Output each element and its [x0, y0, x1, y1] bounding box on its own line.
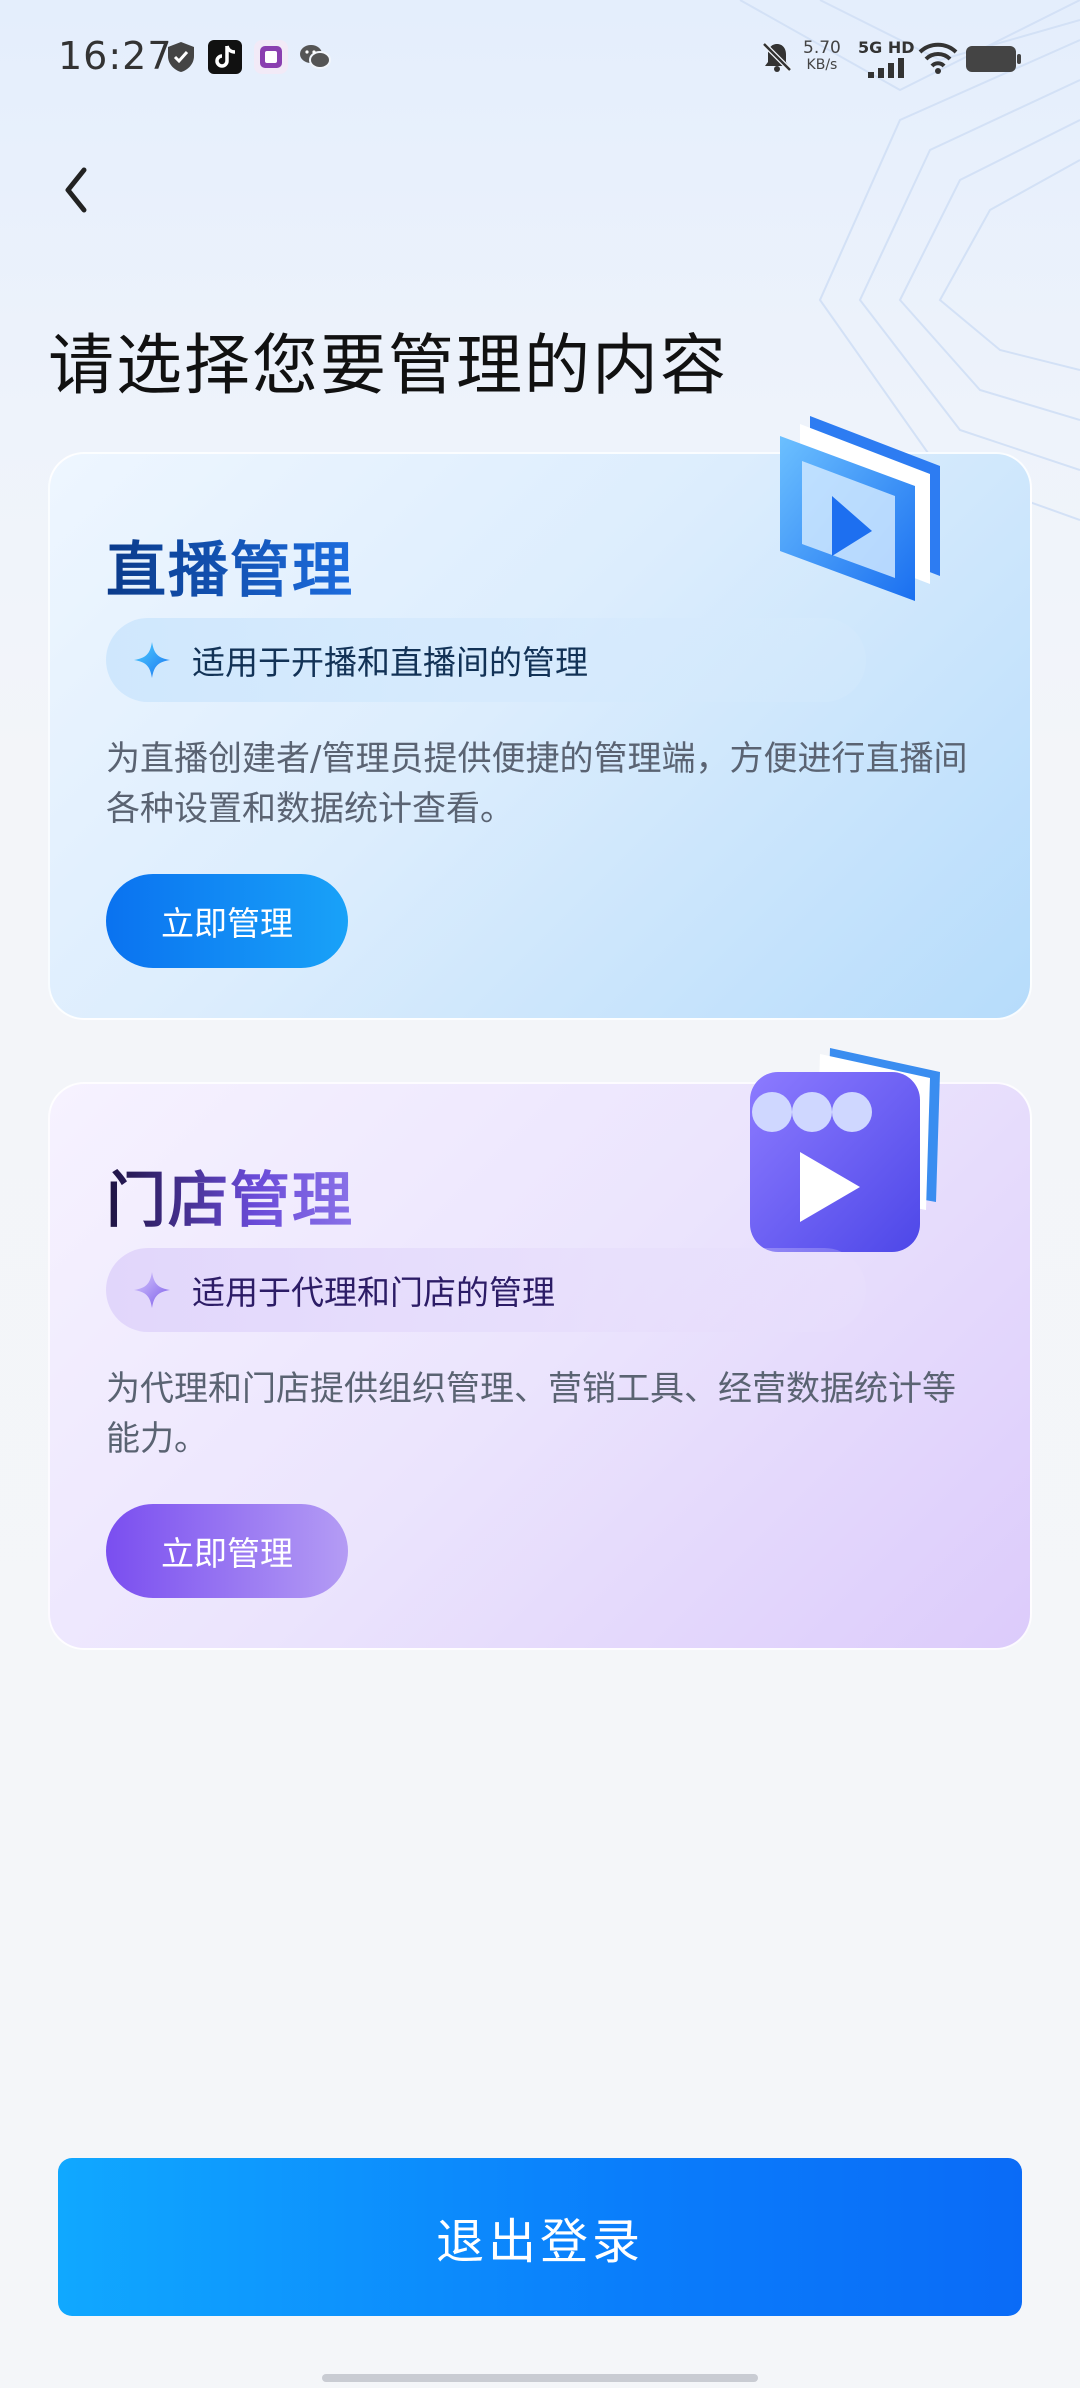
- network-type: 5G HD: [858, 38, 915, 57]
- logout-button[interactable]: 退出登录: [58, 2158, 1022, 2316]
- wechat-icon: [300, 45, 331, 69]
- status-bar: 16:27 5.70 KB/s 5G HD: [0, 0, 1080, 120]
- sticker-app-icon: [254, 40, 288, 74]
- live-card-tag-text: 适用于开播和直播间的管理: [192, 643, 588, 682]
- live-card-title: 直播管理: [106, 522, 354, 609]
- store-management-card[interactable]: 门店管理 适用于代理和门店的管理 为代理和门店提供组织管理、营销工具、经营数据统…: [48, 1048, 1032, 1650]
- home-indicator[interactable]: [322, 2374, 758, 2382]
- store-card-description: 为代理和门店提供组织管理、营销工具、经营数据统计等能力。: [106, 1369, 956, 1459]
- store-play-icon: [750, 1048, 940, 1252]
- net-speed: 5.70 KB/s: [803, 40, 841, 74]
- net-speed-unit: KB/s: [806, 57, 838, 73]
- page-title: 请选择您要管理的内容: [48, 327, 728, 404]
- store-card-title: 门店管理: [106, 1152, 354, 1239]
- sparkle-icon: [134, 1272, 170, 1308]
- signal-icon: [868, 58, 904, 78]
- store-manage-button[interactable]: 立即管理: [106, 1504, 348, 1598]
- chevron-left-icon: [65, 167, 87, 213]
- live-management-card[interactable]: 直播管理 适用于开播和直播间的管理 为直播创建者/管理员提供便捷的管理端，方便进…: [48, 416, 1032, 1020]
- mute-bell-icon: [762, 42, 792, 72]
- screen: 16:27 5.70 KB/s 5G HD 请选择您要管理的内容 直播管理 适用…: [0, 0, 1080, 2388]
- wifi-icon: [918, 42, 958, 74]
- net-speed-value: 5.70: [803, 38, 841, 58]
- tiktok-icon: [208, 40, 242, 74]
- video-play-icon: [780, 416, 940, 601]
- status-time: 16:27: [58, 34, 173, 78]
- live-manage-button[interactable]: 立即管理: [106, 874, 348, 968]
- back-button[interactable]: [50, 160, 110, 220]
- store-card-tag: 适用于代理和门店的管理: [106, 1248, 866, 1332]
- store-card-tag-text: 适用于代理和门店的管理: [192, 1273, 555, 1312]
- shield-icon: [168, 42, 194, 72]
- battery-icon: [966, 46, 1021, 72]
- live-card-description: 为直播创建者/管理员提供便捷的管理端，方便进行直播间各种设置和数据统计查看。: [106, 739, 968, 829]
- live-card-tag: 适用于开播和直播间的管理: [106, 618, 866, 702]
- sparkle-icon: [134, 642, 170, 678]
